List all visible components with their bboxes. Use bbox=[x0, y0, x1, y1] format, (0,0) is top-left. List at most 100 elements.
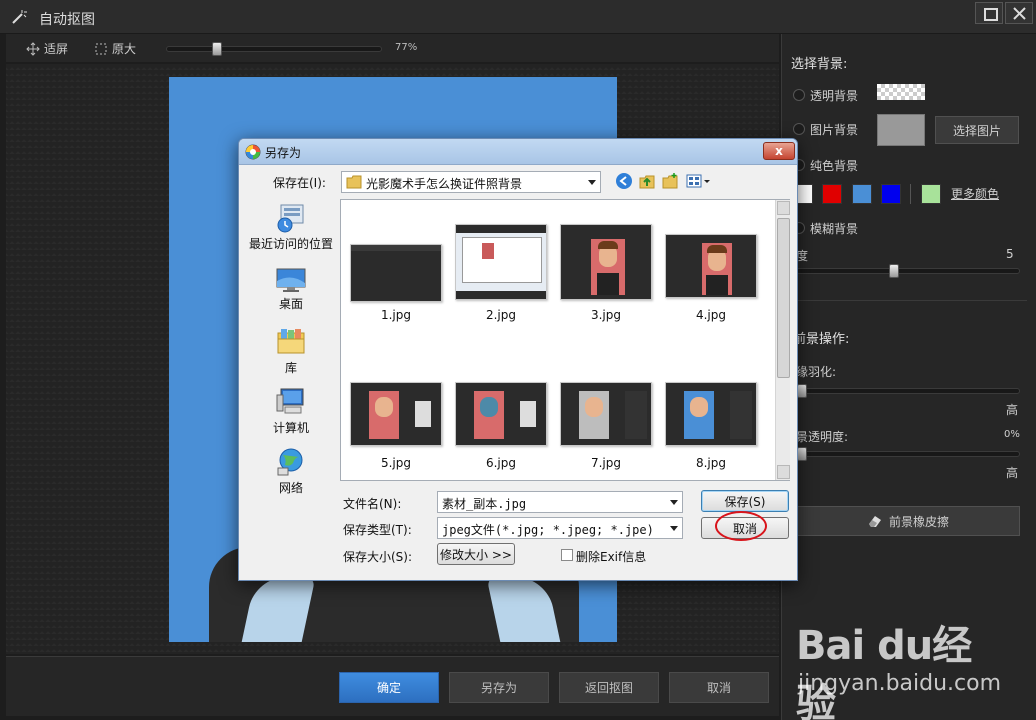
file-name-4[interactable]: 4.jpg bbox=[665, 308, 757, 322]
file-name-2[interactable]: 2.jpg bbox=[455, 308, 547, 322]
dialog-title: 另存为 bbox=[265, 146, 302, 160]
scroll-up-button[interactable] bbox=[777, 201, 790, 215]
filesize-label: 保存大小(S): bbox=[343, 550, 413, 564]
filetype-dropdown[interactable]: jpeg文件(*.jpg; *.jpeg; *.jpe) bbox=[437, 517, 683, 539]
filename-label: 文件名(N): bbox=[343, 497, 402, 511]
fit-screen-icon bbox=[26, 41, 40, 56]
file-thumbnail-4[interactable] bbox=[665, 234, 757, 298]
back-to-cutout-button[interactable]: 返回抠图 bbox=[559, 672, 659, 703]
color-swatch-light-blue[interactable] bbox=[852, 184, 872, 204]
file-name-7[interactable]: 7.jpg bbox=[560, 456, 652, 470]
fit-screen-button[interactable]: 适屏 bbox=[26, 40, 68, 57]
original-size-icon bbox=[95, 43, 107, 54]
magic-wand-icon bbox=[12, 10, 27, 24]
place-recent-label: 最近访问的位置 bbox=[248, 237, 333, 251]
app-logo-icon bbox=[245, 144, 261, 160]
back-icon[interactable] bbox=[615, 172, 633, 190]
save-in-dropdown[interactable]: 光影魔术手怎么换证件照背景 bbox=[341, 171, 601, 193]
color-swatch-green[interactable] bbox=[921, 184, 941, 204]
file-thumbnail-6[interactable] bbox=[455, 382, 547, 446]
remove-exif-label: 删除Exif信息 bbox=[576, 550, 647, 564]
view-menu-icon[interactable] bbox=[685, 172, 713, 190]
color-swatch-red[interactable] bbox=[822, 184, 842, 204]
image-bg-label: 图片背景 bbox=[810, 123, 859, 137]
resize-button[interactable]: 修改大小 >> bbox=[437, 543, 515, 565]
select-background-heading: 选择背景: bbox=[791, 57, 848, 72]
foreground-heading: 前景操作: bbox=[793, 332, 850, 347]
swatch-divider bbox=[910, 184, 911, 204]
solid-bg-label: 纯色背景 bbox=[810, 159, 859, 173]
file-name-3[interactable]: 3.jpg bbox=[560, 308, 652, 322]
foreground-eraser-button[interactable]: 前景橡皮擦 bbox=[796, 506, 1020, 536]
file-thumbnail-2[interactable] bbox=[455, 224, 547, 300]
fg-opacity-slider-thumb[interactable] bbox=[797, 447, 807, 461]
chevron-down-icon bbox=[670, 526, 678, 531]
more-colors-link[interactable]: 更多颜色 bbox=[951, 185, 999, 202]
maximize-button[interactable] bbox=[975, 2, 1003, 24]
place-desktop[interactable]: 桌面 bbox=[239, 267, 343, 312]
highlight-circle bbox=[715, 511, 767, 541]
fg-opacity-slider[interactable] bbox=[796, 447, 1020, 461]
place-computer[interactable]: 计算机 bbox=[239, 387, 343, 436]
select-image-button[interactable]: 选择图片 bbox=[935, 116, 1019, 144]
fg-opacity-value: 0% bbox=[1004, 429, 1020, 440]
transparent-bg-radio[interactable] bbox=[793, 89, 805, 101]
save-button[interactable]: 保存(S) bbox=[701, 490, 789, 512]
title-bar: 自动抠图 bbox=[0, 0, 1036, 34]
file-thumbnail-1[interactable] bbox=[350, 244, 442, 302]
confirm-button[interactable]: 确定 bbox=[339, 672, 439, 703]
feather-high-label: 高 bbox=[1006, 403, 1019, 417]
image-bg-radio[interactable] bbox=[793, 123, 805, 135]
file-thumbnail-7[interactable] bbox=[560, 382, 652, 446]
computer-icon bbox=[276, 388, 304, 414]
file-thumbnail-3[interactable] bbox=[560, 224, 652, 300]
folder-icon bbox=[346, 175, 362, 189]
panel-divider bbox=[792, 300, 1027, 301]
place-library[interactable]: 库 bbox=[239, 327, 343, 376]
place-network[interactable]: 网络 bbox=[239, 447, 343, 496]
save-in-value: 光影魔术手怎么换证件照背景 bbox=[366, 177, 523, 191]
new-folder-icon[interactable] bbox=[661, 172, 679, 190]
scroll-down-button[interactable] bbox=[777, 465, 790, 479]
cancel-button[interactable]: 取消 bbox=[669, 672, 769, 703]
color-swatch-blue[interactable] bbox=[881, 184, 901, 204]
zoom-slider[interactable] bbox=[166, 42, 382, 56]
place-recent[interactable]: 最近访问的位置 bbox=[239, 203, 343, 252]
edge-feather-slider-thumb[interactable] bbox=[797, 384, 807, 398]
file-list[interactable]: 1.jpg 2.jpg 3.jpg 4.jpg 5.jpg 6.jpg 7.jp… bbox=[340, 199, 790, 481]
file-name-5[interactable]: 5.jpg bbox=[350, 456, 442, 470]
save-as-button[interactable]: 另存为 bbox=[449, 672, 549, 703]
transparent-bg-preview bbox=[877, 84, 925, 100]
file-thumbnail-5[interactable] bbox=[350, 382, 442, 446]
blur-degree-value: 5 bbox=[1006, 247, 1014, 261]
original-size-button[interactable]: 原大 bbox=[94, 40, 136, 57]
dialog-close-button[interactable]: x bbox=[763, 142, 795, 160]
fg-opacity-label: 景透明度: bbox=[796, 430, 849, 444]
zoom-slider-thumb[interactable] bbox=[212, 42, 222, 56]
file-name-1[interactable]: 1.jpg bbox=[350, 308, 442, 322]
scrollbar-thumb[interactable] bbox=[777, 218, 790, 378]
desktop-icon bbox=[276, 268, 306, 292]
remove-exif-checkbox[interactable] bbox=[561, 549, 573, 561]
up-folder-icon[interactable] bbox=[638, 172, 656, 190]
bottom-action-bar: 确定 另存为 返回抠图 取消 bbox=[6, 656, 779, 716]
file-name-6[interactable]: 6.jpg bbox=[455, 456, 547, 470]
place-computer-label: 计算机 bbox=[272, 421, 309, 435]
baidu-jingyan-watermark: Bai du经验 jingyan.baidu.com bbox=[790, 603, 1010, 720]
file-name-8[interactable]: 8.jpg bbox=[665, 456, 757, 470]
zoom-percent: 77% bbox=[395, 42, 418, 53]
blur-slider[interactable] bbox=[796, 264, 1020, 278]
library-icon bbox=[277, 329, 305, 354]
transparent-bg-label: 透明背景 bbox=[810, 89, 859, 103]
blur-slider-thumb[interactable] bbox=[889, 264, 899, 278]
edge-feather-slider[interactable] bbox=[796, 384, 1020, 398]
file-thumbnail-8[interactable] bbox=[665, 382, 757, 446]
save-in-label: 保存在(I): bbox=[273, 176, 326, 190]
fit-screen-label: 适屏 bbox=[44, 42, 69, 56]
close-icon bbox=[1013, 7, 1026, 20]
file-list-scrollbar[interactable] bbox=[775, 200, 790, 480]
dialog-body: 保存在(I): 光影魔术手怎么换证件照背景 最近访问的位置 桌面 库 计算机 网… bbox=[239, 165, 797, 580]
view-toolbar: 适屏 原大 77% bbox=[6, 34, 779, 62]
close-window-button[interactable] bbox=[1005, 2, 1033, 24]
filename-input[interactable]: 素材_副本.jpg bbox=[437, 491, 683, 513]
